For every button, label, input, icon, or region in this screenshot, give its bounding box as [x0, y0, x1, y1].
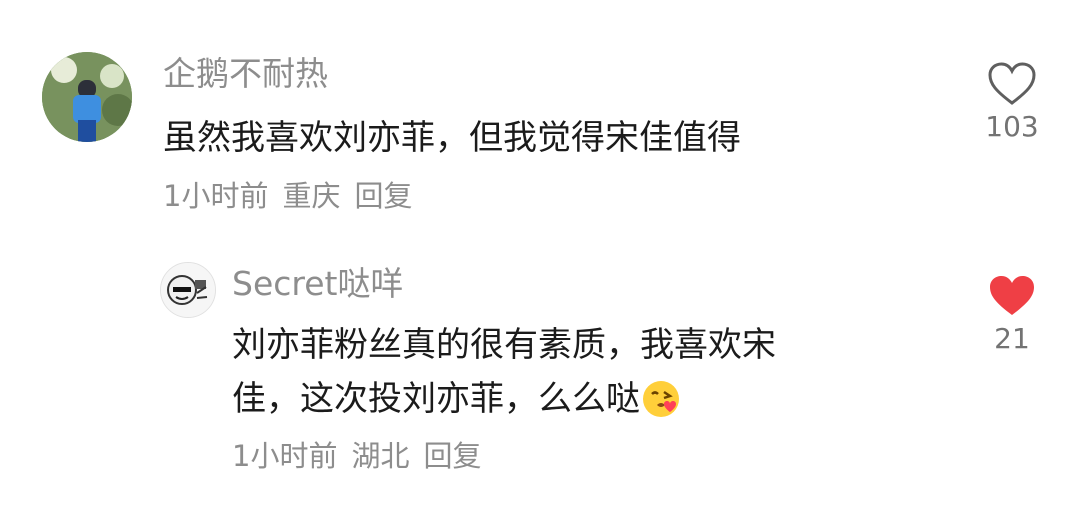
comment-text: 虽然我喜欢刘亦菲，但我觉得宋佳值得	[163, 118, 741, 158]
comment-meta: 1小时前 重庆 回复	[163, 178, 426, 214]
reply-location: 湖北	[351, 439, 410, 473]
avatar-photo	[42, 52, 132, 142]
like-count: 103	[985, 110, 1039, 143]
reply-text-line: 刘亦菲粉丝真的很有素质，我喜欢宋	[232, 325, 776, 365]
avatar[interactable]	[42, 52, 132, 142]
reply-button[interactable]: 回复	[354, 179, 412, 213]
reply-text-line-with-emoji: 佳，这次投刘亦菲，么么哒	[232, 377, 680, 429]
reply-button[interactable]: 回复	[423, 439, 481, 473]
like-count: 21	[994, 322, 1030, 355]
username[interactable]: Secret哒咩	[232, 264, 403, 304]
kissing-face-emoji-icon	[642, 380, 680, 429]
like-button[interactable]: 103	[973, 62, 1051, 144]
heart-filled-icon	[990, 276, 1034, 315]
username[interactable]: 企鹅不耐热	[163, 54, 328, 94]
avatar[interactable]	[160, 262, 216, 318]
reply-meta: 1小时前 湖北 回复	[232, 438, 495, 474]
avatar-photo	[161, 263, 215, 317]
reply-text-line: 佳，这次投刘亦菲，么么哒	[232, 379, 640, 419]
comment-location: 重庆	[282, 179, 341, 213]
reply-time: 1小时前	[232, 439, 338, 473]
heart-outline-icon	[988, 62, 1036, 105]
comment-time: 1小时前	[163, 179, 269, 213]
like-button[interactable]: 21	[973, 274, 1051, 356]
